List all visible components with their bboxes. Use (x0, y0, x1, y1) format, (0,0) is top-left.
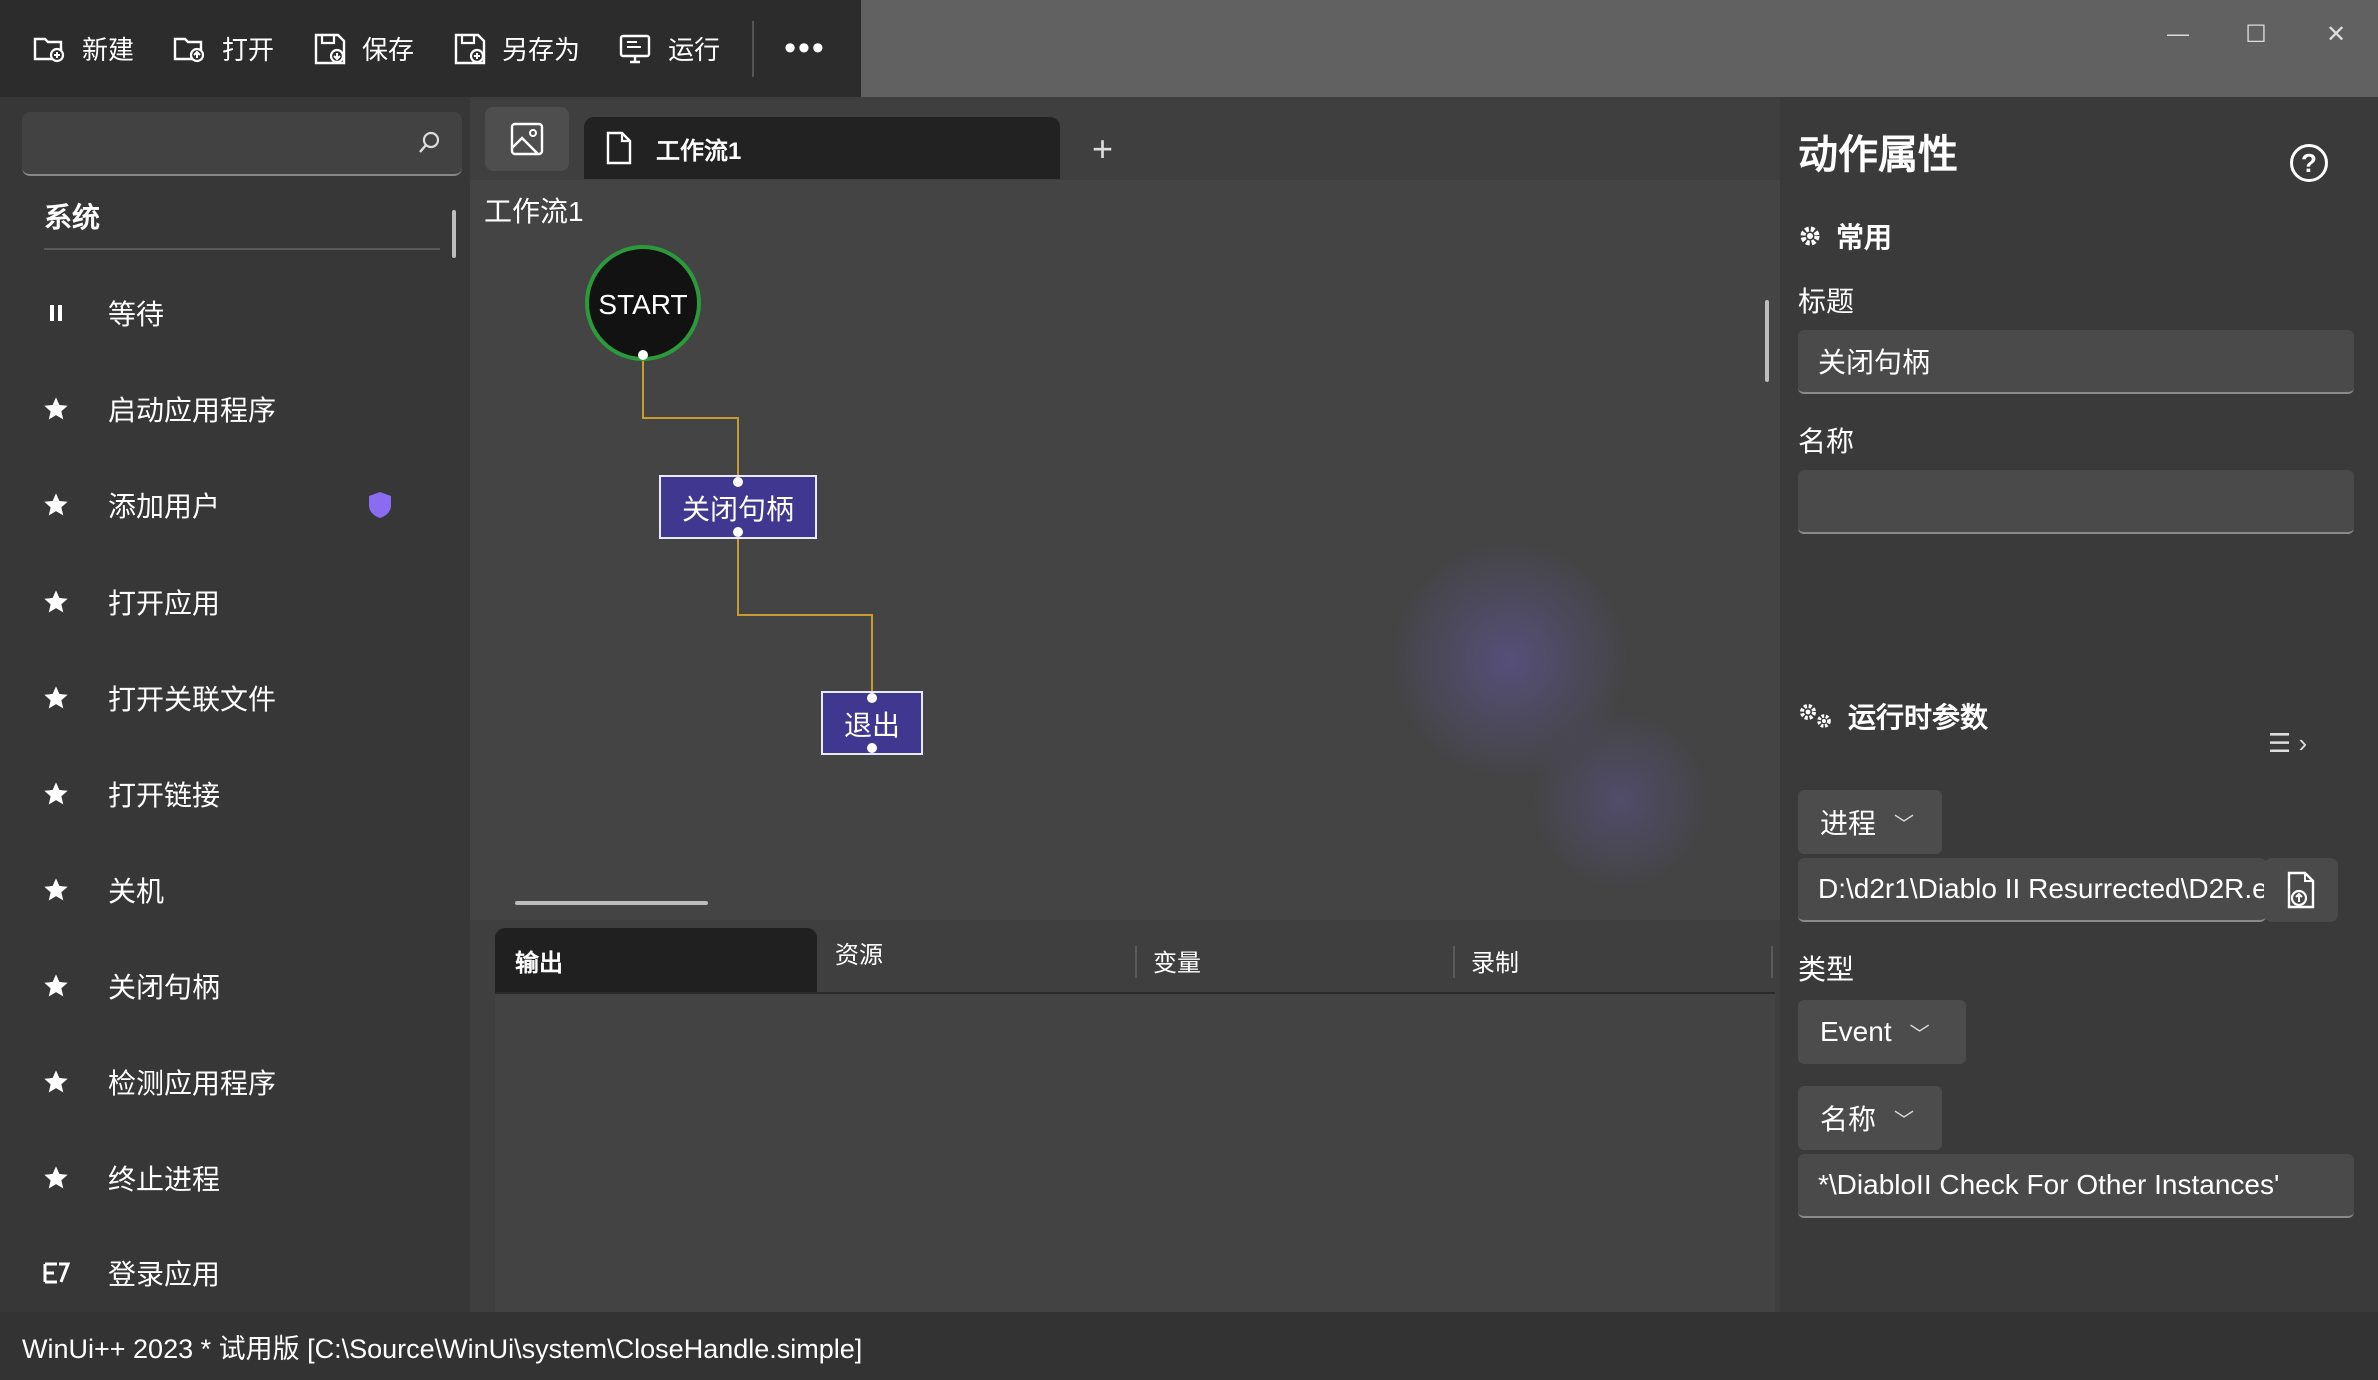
image-view-button[interactable] (485, 107, 569, 171)
sidebar-item-login-app[interactable]: 登录应用 (0, 1228, 470, 1318)
exit-input-port[interactable] (867, 693, 877, 703)
sidebar-item-launch-app[interactable]: 启动应用程序 (0, 364, 470, 454)
image-icon (510, 122, 544, 156)
type-dropdown[interactable]: Event ﹀ (1798, 1000, 1966, 1064)
close-handle-node-label: 关闭句柄 (682, 493, 794, 526)
open-button[interactable]: 打开 (140, 0, 274, 97)
category-label: 系统 (44, 202, 101, 233)
list-toggle-icon[interactable]: ☰ › (2268, 728, 2307, 759)
type-field-label: 类型 (1798, 954, 1855, 985)
star-icon (36, 684, 76, 712)
open-folder-icon (173, 37, 205, 62)
file-upload-icon (2287, 871, 2315, 909)
more-button[interactable]: ••• (784, 29, 826, 68)
sidebar-item-open-associated-file[interactable]: 打开关联文件 (0, 653, 470, 743)
exit-node-label: 退出 (844, 709, 900, 742)
star-icon (36, 972, 76, 1000)
name-input[interactable] (1798, 470, 2354, 534)
sidebar-item-wait[interactable]: 等待 (0, 268, 470, 358)
output-panel (495, 992, 1775, 1314)
star-icon (36, 876, 76, 904)
help-icon[interactable]: ? (2290, 144, 2328, 182)
process-dropdown[interactable]: 进程 ﹀ (1798, 790, 1942, 854)
star-icon (36, 491, 76, 519)
sidebar-item-kill-process[interactable]: 终止进程 (0, 1133, 470, 1223)
event-name-input[interactable]: *\DiabloII Check For Other Instances' (1798, 1154, 2354, 1218)
toolbar: 新建 打开 保存 另存为 运行 ••• (0, 0, 861, 97)
gears-icon (1800, 704, 1831, 728)
save-as-button[interactable]: 另存为 (420, 0, 580, 97)
connector-close-handle-to-exit (737, 532, 873, 698)
search-input[interactable] (22, 112, 462, 176)
close-handle-input-port[interactable] (733, 477, 743, 487)
sidebar-item-shutdown[interactable]: 关机 (0, 845, 470, 935)
canvas-vertical-scrollbar[interactable] (1765, 300, 1769, 382)
bottom-tab-bar: 输出 资源 变量 录制 (495, 928, 1775, 992)
name-dropdown[interactable]: 名称 ﹀ (1798, 1086, 1942, 1150)
exit-output-port[interactable] (867, 743, 877, 753)
status-bar: WinUi++ 2023 * 试用版 [C:\Source\WinUi\syst… (0, 1312, 2378, 1380)
category-divider (44, 248, 440, 250)
star-icon (36, 395, 76, 423)
toolbar-separator (752, 20, 755, 77)
start-node[interactable]: START (585, 245, 701, 361)
workflow-diagram: START 关闭句柄 退出 (585, 245, 923, 755)
star-icon (36, 780, 76, 808)
browse-file-button[interactable] (2264, 858, 2338, 922)
tab-resources[interactable]: 资源 (835, 920, 883, 984)
new-folder-icon (33, 37, 65, 62)
new-button[interactable]: 新建 (0, 0, 134, 97)
tab-output[interactable]: 输出 (495, 928, 817, 992)
tab-workflow1[interactable]: 工作流1 (584, 117, 1060, 179)
login-icon (36, 1260, 76, 1286)
gear-icon (1800, 226, 1820, 246)
connector-start-to-close-handle (642, 355, 739, 482)
sidebar-scrollbar[interactable] (452, 210, 456, 258)
canvas-horizontal-scrollbar[interactable] (515, 901, 708, 905)
maximize-button[interactable]: ☐ (2232, 14, 2280, 54)
minimize-button[interactable]: — (2154, 14, 2202, 54)
close-button[interactable]: ✕ (2312, 14, 2360, 54)
title-field-label: 标题 (1798, 286, 1855, 317)
runtime-section-header: 运行时参数 (1798, 696, 1988, 736)
pause-icon (36, 303, 76, 323)
tab-variables[interactable]: 变量 (1153, 928, 1201, 992)
save-as-icon (454, 33, 486, 64)
tab-divider (1135, 946, 1137, 978)
save-button[interactable]: 保存 (280, 0, 414, 97)
title-bar (861, 0, 2378, 97)
process-path-input[interactable]: D:\d2r1\Diablo II Resurrected\D2R.exe (1798, 858, 2266, 922)
name-field-label: 名称 (1798, 426, 1855, 457)
chevron-down-icon: ﹀ (1909, 1023, 1930, 1046)
save-icon (314, 33, 346, 64)
tab-divider (1771, 946, 1773, 978)
start-output-port[interactable] (638, 350, 648, 360)
run-monitor-icon (619, 34, 651, 63)
document-icon (606, 131, 632, 165)
sidebar-item-close-handle[interactable]: 关闭句柄 (0, 941, 470, 1031)
common-section-header: 常用 (1798, 216, 1892, 256)
sidebar-item-open-link[interactable]: 打开链接 (0, 749, 470, 839)
star-icon (36, 1068, 76, 1096)
search-icon[interactable] (414, 128, 444, 158)
tab-divider (1453, 946, 1455, 978)
properties-title: 动作属性 (1798, 133, 1958, 177)
sidebar-item-add-user[interactable]: 添加用户 (0, 460, 470, 550)
chevron-down-icon: ﹀ (1894, 813, 1915, 836)
start-node-label: START (598, 289, 687, 320)
tab-record[interactable]: 录制 (1471, 928, 1519, 992)
run-button[interactable]: 运行 (586, 0, 720, 97)
star-icon (36, 1164, 76, 1192)
sidebar-item-detect-app[interactable]: 检测应用程序 (0, 1037, 470, 1127)
star-icon (36, 588, 76, 616)
close-handle-output-port[interactable] (733, 527, 743, 537)
status-text: WinUi++ 2023 * 试用版 [C:\Source\WinUi\syst… (22, 1333, 863, 1364)
shield-icon (366, 490, 394, 525)
title-input[interactable]: 关闭句柄 (1798, 330, 2354, 394)
add-tab-button[interactable]: + (1092, 128, 1113, 170)
chevron-down-icon: ﹀ (1894, 1109, 1915, 1132)
sidebar-item-open-app[interactable]: 打开应用 (0, 557, 470, 647)
